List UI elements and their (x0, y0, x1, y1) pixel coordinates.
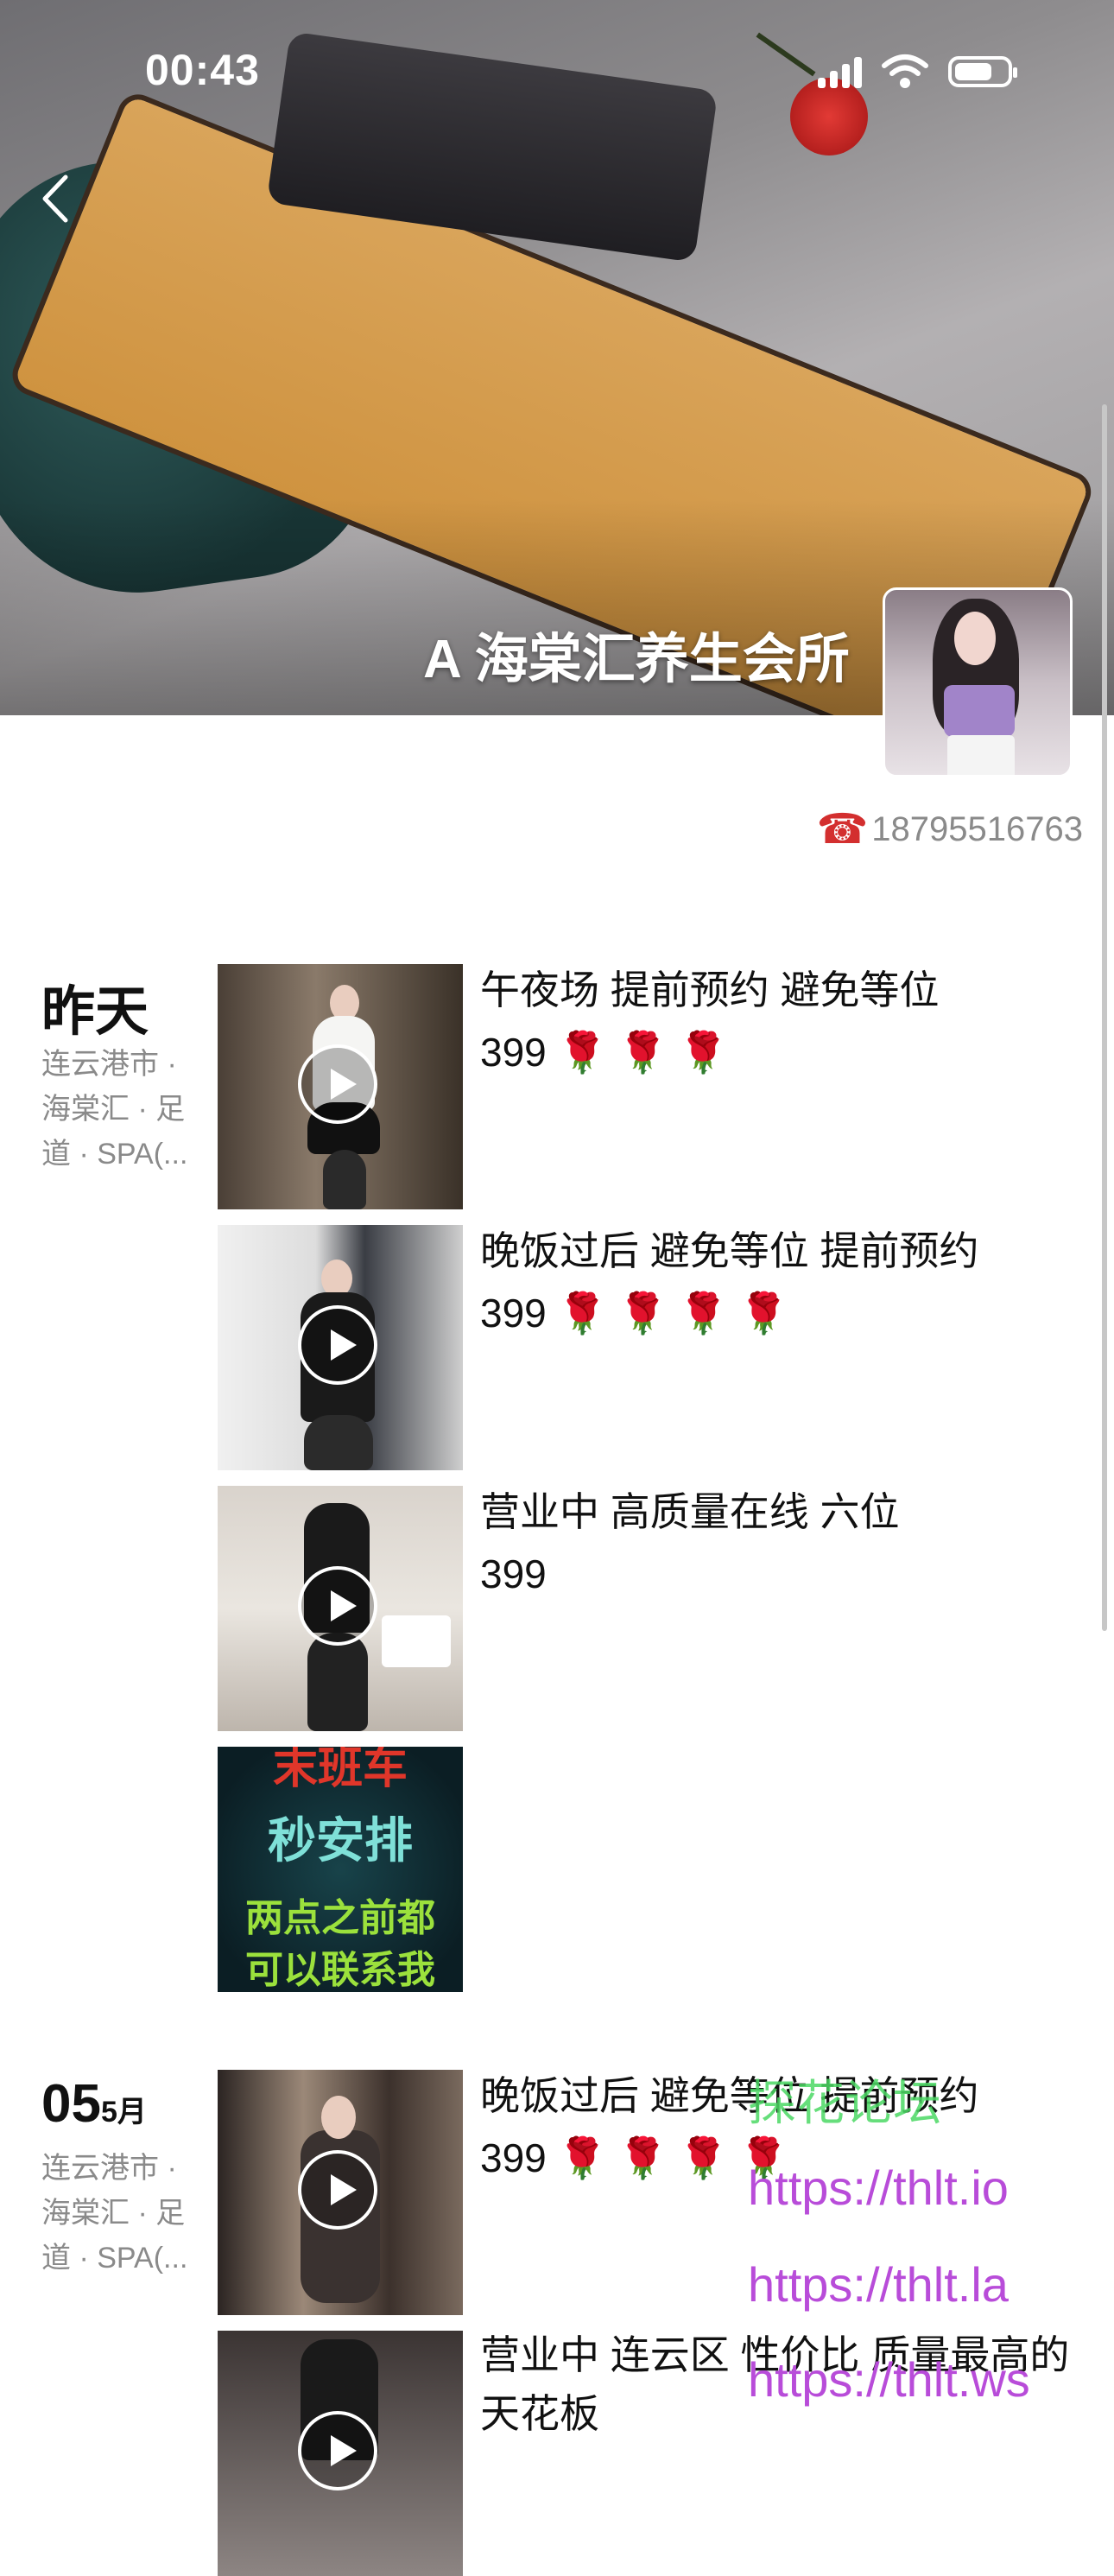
post-thumbnail-video[interactable] (218, 1486, 463, 1731)
day-location: 连云港市 · 海棠汇 · 足道 · SPA(... (41, 1048, 188, 1171)
wifi-icon (882, 54, 928, 88)
poster-line: 末班车 (272, 1747, 408, 1793)
day-number: 05 (41, 2074, 101, 2134)
poster-line: 可以联系我 (245, 1949, 435, 1991)
play-icon[interactable] (298, 1305, 377, 1385)
play-icon[interactable] (298, 1044, 377, 1124)
day-label-yesterday: 昨天 (41, 982, 149, 1042)
play-icon[interactable] (298, 1566, 377, 1646)
watermark-url: https://thlt.la (748, 2257, 1009, 2312)
contact-phone[interactable]: ☎ 18795516763 (816, 805, 1083, 853)
telephone-icon: ☎ (816, 807, 869, 853)
post-text: 营业中 高质量在线 六位 399 (480, 1489, 900, 1596)
post-thumbnail-video[interactable] (218, 1225, 463, 1470)
back-chevron-icon[interactable] (35, 168, 78, 229)
watermark-text: 探花论坛 (748, 2076, 941, 2130)
post-thumbnail-video[interactable] (218, 964, 463, 1209)
shop-title: A 海棠汇养生会所 (423, 630, 850, 689)
post-thumbnail-video[interactable] (218, 2331, 463, 2576)
post-text: 晚饭过后 避免等位 提前预约 399 🌹 🌹 🌹 🌹 (480, 1228, 979, 1336)
phone-number: 18795516763 (871, 809, 1083, 848)
status-time: 00:43 (145, 46, 260, 94)
cover-rose-stem (756, 32, 816, 77)
day-label-date: 055月 (41, 2073, 147, 2135)
post-thumbnail-image[interactable]: 末班车 秒安排 两点之前都 可以联系我 (218, 1747, 463, 1992)
day-month: 5月 (100, 2096, 147, 2129)
shop-avatar[interactable] (883, 587, 1073, 777)
day-location: 连云港市 · 海棠汇 · 足道 · SPA(... (41, 2152, 188, 2275)
status-icons (818, 54, 1017, 90)
play-icon[interactable] (298, 2150, 377, 2230)
poster-line: 秒安排 (268, 1813, 413, 1868)
post-text: 午夜场 提前预约 避免等位 399 🌹 🌹 🌹 (480, 968, 940, 1075)
post-thumbnail-video[interactable] (218, 2070, 463, 2315)
watermark-url: https://thlt.ws (748, 2352, 1030, 2407)
watermark-url: https://thlt.io (748, 2160, 1009, 2215)
play-icon[interactable] (298, 2411, 377, 2490)
poster-line: 两点之前都 (245, 1897, 435, 1939)
cellular-signal-icon (818, 55, 862, 88)
scrollbar[interactable] (1102, 404, 1107, 1631)
battery-icon (948, 56, 1017, 87)
